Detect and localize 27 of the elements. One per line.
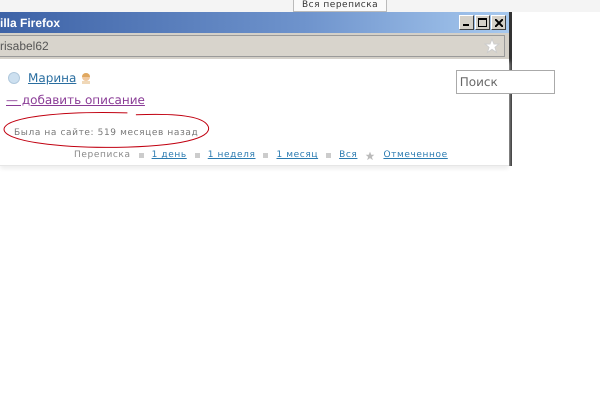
star-icon[interactable] bbox=[484, 38, 500, 54]
address-text: risabel62 bbox=[0, 38, 49, 55]
filter-link[interactable]: Отмеченное bbox=[383, 149, 448, 162]
filter-link[interactable]: Вся bbox=[339, 149, 358, 162]
close-button[interactable] bbox=[491, 15, 506, 30]
maximize-button[interactable] bbox=[475, 15, 490, 30]
filter-label: Переписка bbox=[74, 149, 131, 162]
search-field[interactable]: Поиск bbox=[456, 70, 555, 94]
maximize-icon bbox=[478, 18, 487, 27]
add-description-link[interactable]: — добавить описание bbox=[6, 91, 448, 109]
close-icon bbox=[494, 18, 502, 26]
separator-icon bbox=[263, 153, 268, 158]
filter-link[interactable]: 1 месяц bbox=[276, 149, 318, 162]
browser-tab[interactable]: Вся переписка bbox=[293, 0, 388, 12]
address-field[interactable]: risabel62 bbox=[0, 35, 505, 57]
person-icon bbox=[80, 72, 92, 84]
separator-icon bbox=[326, 153, 332, 158]
separator-icon bbox=[194, 153, 200, 158]
last-seen-text: Была на сайте: 519 месяцев назад bbox=[14, 128, 198, 138]
filter-link[interactable]: 1 неделя bbox=[208, 149, 256, 162]
star-icon bbox=[365, 150, 376, 161]
status-dot-icon bbox=[8, 72, 20, 84]
user-name-link[interactable]: Марина bbox=[28, 69, 76, 87]
filter-link[interactable]: 1 день bbox=[152, 149, 187, 162]
minimize-button[interactable] bbox=[459, 15, 474, 30]
separator-icon bbox=[138, 153, 144, 158]
window-title: illa Firefox bbox=[0, 14, 60, 32]
